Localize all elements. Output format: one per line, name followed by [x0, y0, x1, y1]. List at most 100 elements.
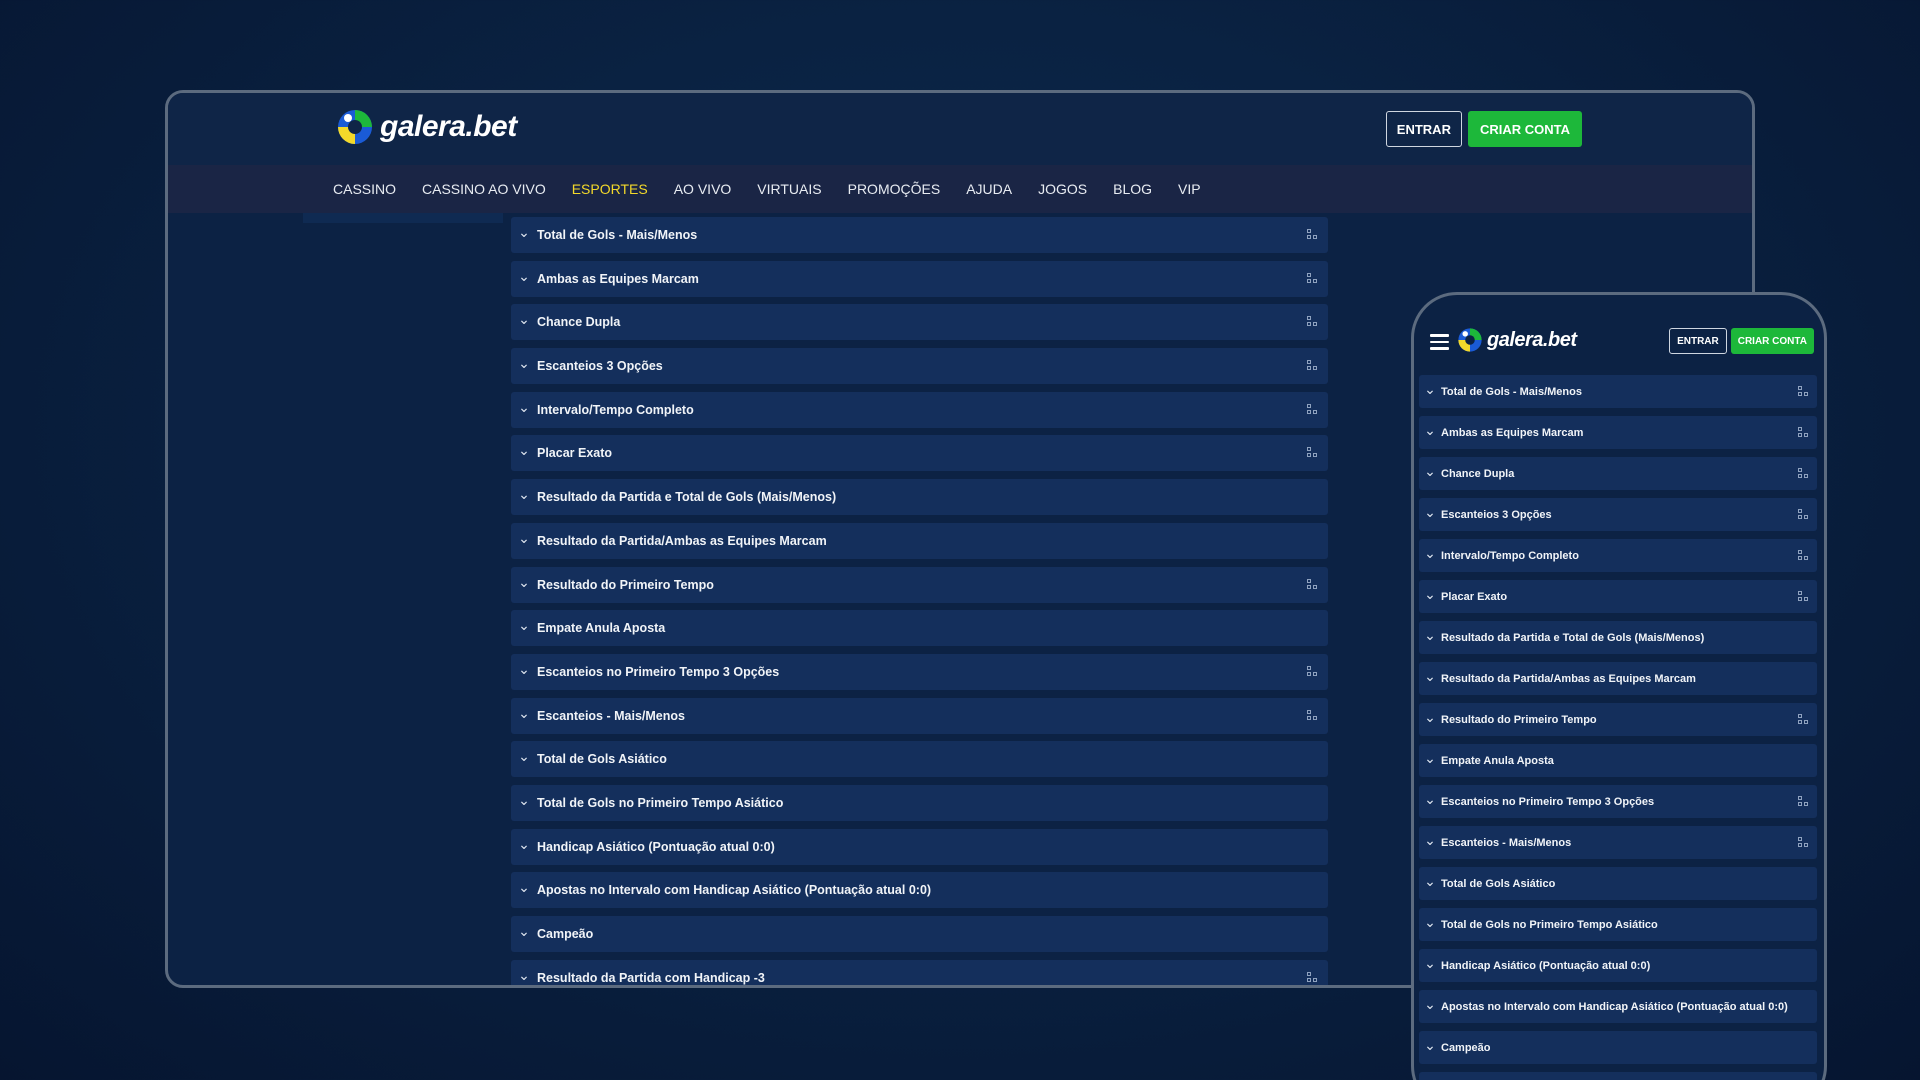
market-row[interactable]: ⌄ Chance Dupla: [511, 304, 1328, 341]
pin-grid-icon[interactable]: [1798, 796, 1809, 807]
market-row[interactable]: ⌄ Intervalo/Tempo Completo: [511, 391, 1328, 428]
mobile-frame: galera.bet ENTRAR CRIAR CONTA ⌄ Total de …: [1411, 292, 1827, 1080]
chevron-down-icon: ⌄: [1424, 995, 1436, 1012]
pin-grid-icon[interactable]: [1798, 509, 1809, 520]
market-row[interactable]: ⌄ Total de Gols Asiático: [511, 741, 1328, 778]
chevron-down-icon: ⌄: [1424, 913, 1436, 930]
market-row[interactable]: ⌄ Empate Anula Aposta: [511, 610, 1328, 647]
mobile-market-row[interactable]: ⌄ Ambas as Equipes Marcam: [1419, 416, 1817, 449]
nav-item-cassino-ao-vivo[interactable]: CASSINO AO VIVO: [422, 181, 546, 197]
pin-grid-icon[interactable]: [1307, 403, 1318, 415]
market-row[interactable]: ⌄ Ambas as Equipes Marcam: [511, 260, 1328, 297]
chevron-down-icon: ⌄: [518, 660, 530, 677]
pin-grid-icon[interactable]: [1798, 550, 1809, 561]
nav-item-ao-vivo[interactable]: AO VIVO: [674, 181, 732, 197]
chevron-down-icon: ⌄: [518, 224, 530, 240]
market-row[interactable]: ⌄ Apostas no Intervalo com Handicap Asiát…: [511, 872, 1328, 909]
signup-button[interactable]: CRIAR CONTA: [1467, 111, 1582, 147]
nav-item-vip[interactable]: VIP: [1178, 181, 1201, 197]
nav-item-jogos[interactable]: JOGOS: [1038, 181, 1087, 197]
pin-grid-icon[interactable]: [1798, 591, 1809, 602]
pin-grid-icon[interactable]: [1798, 714, 1809, 725]
site-logo[interactable]: galera.bet: [336, 108, 517, 146]
pin-grid-icon[interactable]: [1307, 578, 1318, 590]
market-label: Total de Gols - Mais/Menos: [537, 228, 698, 242]
market-row[interactable]: ⌄ Placar Exato: [511, 435, 1328, 472]
market-row[interactable]: ⌄ Resultado da Partida e Total de Gols (M…: [511, 479, 1328, 516]
mobile-signup-button[interactable]: CRIAR CONTA: [1730, 328, 1814, 354]
market-row[interactable]: ⌄ Escanteios 3 Opções: [511, 348, 1328, 385]
market-label: Escanteios 3 Opções: [1441, 508, 1552, 521]
pin-grid-icon[interactable]: [1798, 386, 1809, 397]
mobile-market-row[interactable]: ⌄ Resultado da Partida/Ambas as Equipes M…: [1419, 662, 1817, 695]
nav-item-cassino[interactable]: CASSINO: [333, 181, 396, 197]
market-label: Campeão: [537, 927, 594, 941]
pin-grid-icon[interactable]: [1798, 468, 1809, 479]
mobile-market-row[interactable]: ⌄ Escanteios no Primeiro Tempo 3 Opções: [1419, 785, 1817, 818]
nav-item-esportes[interactable]: ESPORTES: [572, 181, 648, 197]
pin-grid-icon[interactable]: [1307, 665, 1318, 677]
market-label: Chance Dupla: [1441, 467, 1515, 480]
logo-text: galera.bet: [380, 110, 517, 143]
mobile-market-row[interactable]: ⌄Resultado da Partida com Handicap -3: [1419, 1072, 1817, 1080]
pin-grid-icon[interactable]: [1307, 272, 1318, 284]
market-row[interactable]: ⌄ Resultado do Primeiro Tempo: [511, 566, 1328, 603]
mobile-market-row[interactable]: ⌄ Handicap Asiático (Pontuação atual 0:0): [1419, 949, 1817, 982]
mobile-login-button[interactable]: ENTRAR: [1669, 328, 1727, 354]
market-row[interactable]: ⌄ Campeão: [511, 916, 1328, 952]
market-label: Apostas no Intervalo com Handicap Asiáti…: [1441, 1000, 1788, 1013]
pin-grid-icon[interactable]: [1798, 837, 1809, 848]
mobile-market-row[interactable]: ⌄ Apostas no Intervalo com Handicap Asiát…: [1419, 990, 1817, 1023]
chevron-down-icon: ⌄: [518, 923, 530, 939]
login-button[interactable]: ENTRAR: [1385, 111, 1462, 147]
mobile-market-row[interactable]: ⌄ Escanteios 3 Opções: [1419, 498, 1817, 531]
hamburger-menu-icon[interactable]: [1430, 334, 1449, 350]
market-row[interactable]: ⌄ Total de Gols - Mais/Menos: [511, 217, 1328, 253]
market-label: Empate Anula Aposta: [537, 621, 666, 636]
chevron-down-icon: ⌄: [518, 704, 530, 721]
mobile-market-row[interactable]: ⌄ Total de Gols no Primeiro Tempo Asiátic…: [1419, 908, 1817, 941]
pin-grid-icon[interactable]: [1307, 316, 1318, 327]
pin-grid-icon[interactable]: [1307, 447, 1318, 458]
mobile-market-row[interactable]: ⌄ Chance Dupla: [1419, 457, 1817, 490]
pin-grid-icon[interactable]: [1307, 709, 1318, 721]
market-row[interactable]: ⌄ Escanteios no Primeiro Tempo 3 Opções: [511, 653, 1328, 690]
chevron-down-icon: ⌄: [1424, 1036, 1436, 1053]
mobile-market-row[interactable]: ⌄ Resultado da Partida e Total de Gols (M…: [1419, 621, 1817, 654]
chevron-down-icon: ⌄: [1424, 626, 1436, 643]
chevron-down-icon: ⌄: [518, 617, 530, 634]
market-row[interactable]: ⌄ Resultado da Partida/Ambas as Equipes M…: [511, 522, 1328, 559]
mobile-site-logo[interactable]: galera.bet: [1457, 327, 1577, 353]
market-row[interactable]: ⌄ Resultado da Partida com Handicap -3: [511, 959, 1328, 985]
market-row[interactable]: ⌄ Total de Gols no Primeiro Tempo Asiátic…: [511, 784, 1328, 821]
mobile-market-row[interactable]: ⌄ Campeão: [1419, 1031, 1817, 1064]
chevron-down-icon: ⌄: [518, 486, 530, 503]
nav-item-blog[interactable]: BLOG: [1113, 181, 1152, 197]
pin-grid-icon[interactable]: [1307, 971, 1318, 983]
nav-item-ajuda[interactable]: AJUDA: [966, 181, 1012, 197]
mobile-market-row[interactable]: ⌄ Empate Anula Aposta: [1419, 744, 1817, 777]
mobile-market-row[interactable]: ⌄ Total de Gols Asiático: [1419, 867, 1817, 900]
nav-item-promoções[interactable]: PROMOÇÕES: [848, 181, 941, 197]
market-row[interactable]: ⌄ Escanteios - Mais/Menos: [511, 697, 1328, 734]
chevron-down-icon: ⌄: [518, 442, 530, 459]
galera-logo-icon: [1457, 327, 1483, 353]
mobile-header: galera.bet ENTRAR CRIAR CONTA: [1414, 323, 1824, 363]
chevron-down-icon: ⌄: [1424, 708, 1436, 725]
market-label: Total de Gols Asiático: [537, 752, 667, 767]
pin-grid-icon[interactable]: [1307, 360, 1318, 371]
mobile-market-row[interactable]: ⌄ Resultado do Primeiro Tempo: [1419, 703, 1817, 736]
pin-grid-icon[interactable]: [1798, 427, 1809, 438]
chevron-down-icon: ⌄: [1424, 503, 1436, 520]
nav-item-virtuais[interactable]: VIRTUAIS: [757, 181, 821, 197]
mobile-market-row[interactable]: ⌄ Placar Exato: [1419, 580, 1817, 613]
market-label: Placar Exato: [537, 446, 613, 461]
mobile-market-row[interactable]: ⌄ Intervalo/Tempo Completo: [1419, 539, 1817, 572]
market-row[interactable]: ⌄ Handicap Asiático (Pontuação atual 0:0): [511, 828, 1328, 865]
pin-grid-icon[interactable]: [1307, 229, 1318, 240]
market-label: Placar Exato: [1441, 590, 1508, 603]
market-label: Resultado da Partida/Ambas as Equipes Ma…: [537, 533, 827, 548]
mobile-market-row[interactable]: ⌄ Escanteios - Mais/Menos: [1419, 826, 1817, 859]
market-label: Resultado da Partida/Ambas as Equipes Ma…: [1441, 672, 1696, 685]
mobile-market-row[interactable]: ⌄ Total de Gols - Mais/Menos: [1419, 375, 1817, 408]
